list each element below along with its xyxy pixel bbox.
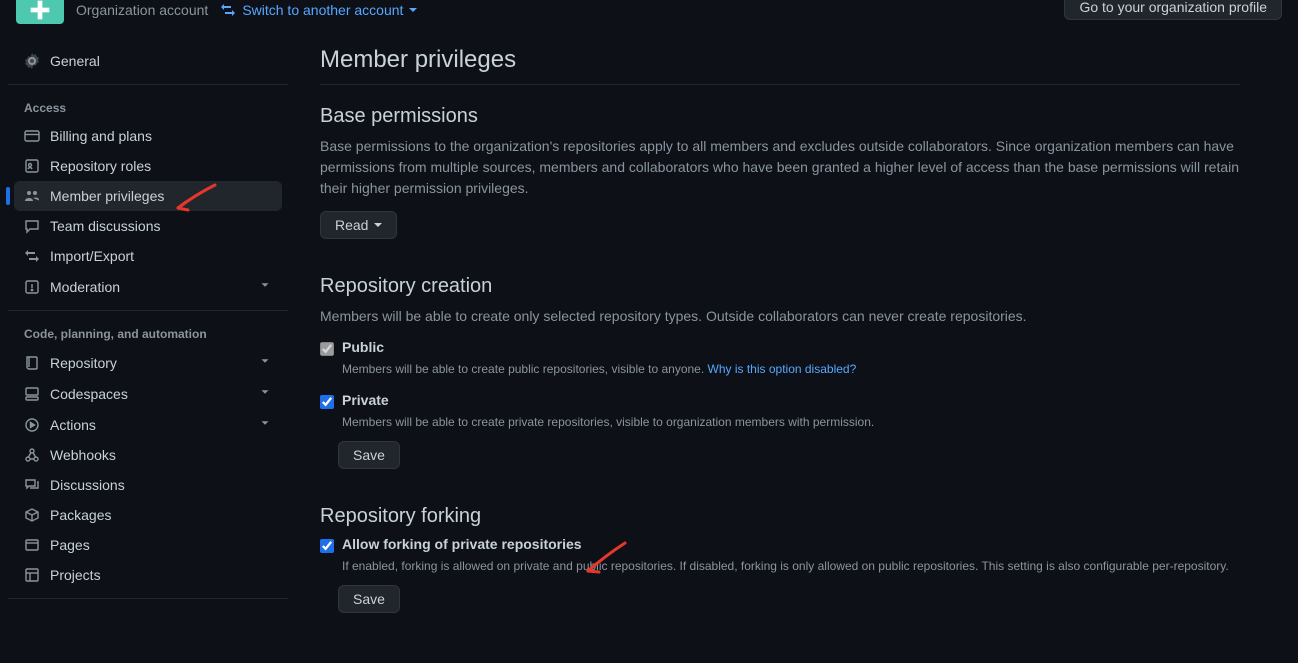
sidebar-item-import-export[interactable]: Import/Export [14,241,282,271]
id-badge-icon [24,158,40,174]
allow-forking-desc: If enabled, forking is allowed on privat… [342,557,1240,575]
browser-icon [24,537,40,553]
credit-card-icon [24,128,40,144]
sidebar-label: Repository [50,355,248,371]
sidebar-item-repo-roles[interactable]: Repository roles [14,151,282,181]
sidebar-label: Repository roles [50,158,272,174]
people-icon [24,188,40,204]
discussion-icon [24,477,40,493]
org-profile-button[interactable]: Go to your organization profile [1064,0,1282,20]
chevron-down-icon [258,278,272,295]
repo-forking-heading: Repository forking [320,505,1240,528]
caret-down-icon [374,223,382,227]
sidebar-label: Pages [50,537,272,553]
sidebar-item-billing[interactable]: Billing and plans [14,121,282,151]
private-label: Private [342,392,389,408]
private-repos-checkbox[interactable] [320,395,334,409]
sidebar-item-codespaces[interactable]: Codespaces [14,378,282,409]
sidebar-label: Billing and plans [50,128,272,144]
repo-creation-desc: Members will be able to create only sele… [320,306,1240,327]
sidebar-label: Packages [50,507,272,523]
main-content: Member privileges Base permissions Base … [296,46,1256,613]
switch-icon [220,2,236,18]
comment-icon [24,218,40,234]
sidebar-label: General [50,53,272,69]
forking-save-button[interactable]: Save [338,585,400,613]
sidebar-item-packages[interactable]: Packages [14,500,282,530]
chevron-down-icon [258,354,272,371]
account-type-label: Organization account [76,2,208,18]
sidebar-label: Projects [50,567,272,583]
sidebar-label: Moderation [50,279,248,295]
caret-down-icon [409,8,417,12]
sidebar-section-code: Code, planning, and automation [8,319,288,347]
base-permissions-desc: Base permissions to the organization's r… [320,136,1240,199]
arrows-icon [24,248,40,264]
sidebar-label: Team discussions [50,218,272,234]
sidebar-label: Codespaces [50,386,248,402]
sidebar-label: Discussions [50,477,272,493]
allow-forking-label: Allow forking of private repositories [342,536,582,552]
repo-creation-heading: Repository creation [320,275,1240,298]
settings-sidebar: General Access Billing and plans Reposit… [0,46,296,613]
sidebar-label: Actions [50,417,248,433]
public-desc: Members will be able to create public re… [342,362,708,376]
gear-icon [24,53,40,69]
repo-icon [24,355,40,371]
page-title: Member privileges [320,46,1240,85]
sidebar-item-moderation[interactable]: Moderation [14,271,282,302]
org-avatar [16,0,64,24]
chevron-down-icon [258,385,272,402]
public-repos-checkbox[interactable] [320,342,334,356]
sidebar-item-webhooks[interactable]: Webhooks [14,440,282,470]
sidebar-item-team-discussions[interactable]: Team discussions [14,211,282,241]
sidebar-item-discussions[interactable]: Discussions [14,470,282,500]
play-icon [24,417,40,433]
public-label: Public [342,339,384,355]
switch-account-link[interactable]: Switch to another account [220,2,417,18]
sidebar-label: Webhooks [50,447,272,463]
sidebar-item-pages[interactable]: Pages [14,530,282,560]
public-disabled-link[interactable]: Why is this option disabled? [708,362,857,376]
sidebar-label: Member privileges [50,188,272,204]
codespaces-icon [24,386,40,402]
repo-creation-save-button[interactable]: Save [338,441,400,469]
table-icon [24,567,40,583]
sidebar-item-general[interactable]: General [14,46,282,76]
allow-forking-checkbox[interactable] [320,539,334,553]
webhook-icon [24,447,40,463]
sidebar-label: Import/Export [50,248,272,264]
sidebar-item-projects[interactable]: Projects [14,560,282,590]
sidebar-section-access: Access [8,93,288,121]
switch-account-label: Switch to another account [242,2,403,18]
package-icon [24,507,40,523]
private-desc: Members will be able to create private r… [342,413,1240,431]
base-permissions-value: Read [335,217,368,233]
sidebar-item-repository[interactable]: Repository [14,347,282,378]
base-permissions-dropdown[interactable]: Read [320,211,397,239]
chevron-down-icon [258,416,272,433]
sidebar-item-member-privileges[interactable]: Member privileges [14,181,282,211]
sidebar-item-actions[interactable]: Actions [14,409,282,440]
report-icon [24,279,40,295]
base-permissions-heading: Base permissions [320,105,1240,128]
